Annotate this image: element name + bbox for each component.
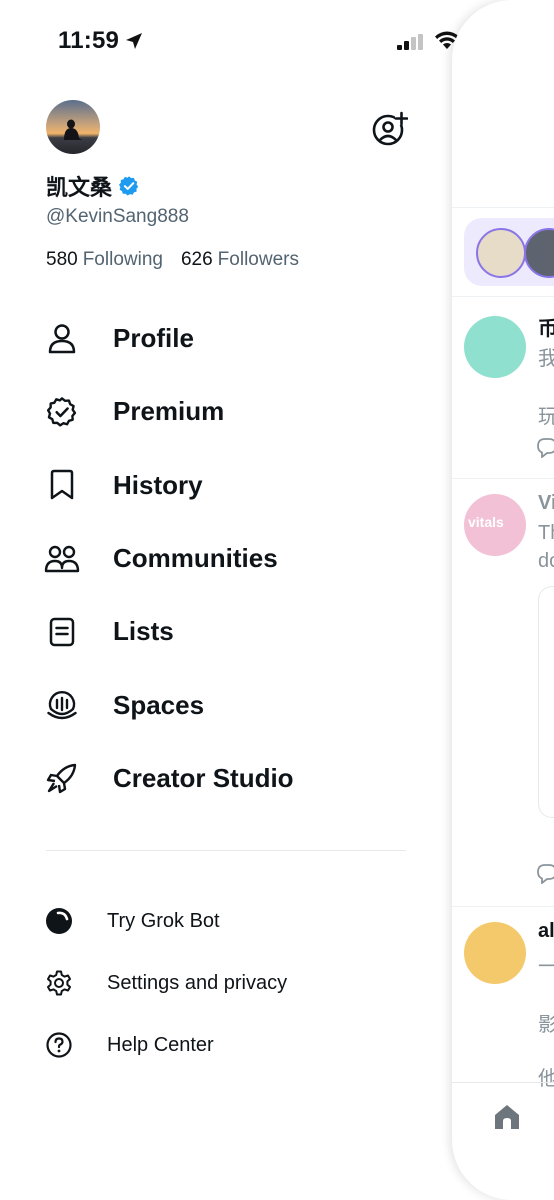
list-icon: [44, 614, 80, 650]
menu-item-communities[interactable]: Communities: [44, 522, 414, 595]
post-author: Vi: [538, 492, 554, 514]
drawer-menu: Profile Premium History Communities List…: [44, 302, 414, 815]
grok-icon: [44, 906, 74, 936]
reply-icon[interactable]: [536, 436, 554, 458]
rocket-icon: [44, 760, 80, 796]
post-text: do: [538, 550, 554, 572]
following-label: Following: [82, 249, 163, 270]
menu-item-creator-studio[interactable]: Creator Studio: [44, 742, 414, 815]
home-icon[interactable]: [492, 1102, 522, 1132]
post-text: 玩: [538, 406, 554, 428]
menu-item-spaces[interactable]: Spaces: [44, 668, 414, 741]
people-icon: [44, 541, 80, 577]
home-feed-peek[interactable]: 币 我 玩 vitals Vi Th do al 一 影 他: [452, 0, 554, 1200]
name-row: 凯文桑: [46, 170, 140, 202]
followers-label: Followers: [217, 249, 299, 270]
person-icon: [44, 321, 80, 357]
menu-item-history[interactable]: History: [44, 449, 414, 522]
menu-item-label: Premium: [113, 396, 225, 427]
post-text: 我: [538, 348, 554, 370]
menu-item-lists[interactable]: Lists: [44, 595, 414, 668]
post-avatar[interactable]: [464, 922, 526, 984]
verified-badge-icon: [44, 394, 80, 430]
menu-item-label: History: [113, 469, 203, 500]
feed-divider: [452, 296, 554, 297]
post-avatar[interactable]: [464, 316, 526, 378]
following-link[interactable]: 580 Following: [46, 249, 163, 271]
reply-icon[interactable]: [536, 862, 554, 884]
avatar[interactable]: [46, 100, 100, 154]
space-host-avatar: [476, 228, 526, 278]
help-icon: [44, 1030, 74, 1060]
display-name[interactable]: 凯文桑: [46, 170, 112, 202]
menu-item-premium[interactable]: Premium: [44, 375, 414, 448]
space-host-avatar: [524, 228, 554, 278]
spaces-icon: [44, 687, 80, 723]
post-avatar[interactable]: vitals: [464, 494, 526, 556]
post-text: 一: [538, 956, 554, 978]
menu-item-help-center[interactable]: Help Center: [44, 1014, 414, 1076]
link-card[interactable]: [538, 586, 554, 818]
post-text: 影: [538, 1014, 554, 1036]
verified-badge-icon: [119, 176, 139, 196]
menu-item-label: Profile: [113, 323, 194, 354]
add-account-icon[interactable]: [370, 110, 408, 148]
following-count: 580: [46, 249, 78, 270]
followers-count: 626: [180, 249, 213, 270]
menu-item-label: Lists: [113, 616, 174, 647]
menu-divider: [46, 850, 406, 851]
post-author: al: [538, 920, 554, 942]
side-drawer-screen: 11:59 35: [0, 0, 554, 1200]
gear-icon: [44, 968, 74, 998]
avatar-text: vitals: [468, 514, 504, 530]
followers-link[interactable]: 626 Followers: [181, 249, 299, 271]
spaces-pill[interactable]: [464, 218, 554, 286]
menu-item-label: Creator Studio: [113, 762, 294, 793]
post-text: 他: [538, 1068, 554, 1090]
location-arrow-icon: [126, 33, 142, 49]
profile-handle[interactable]: @KevinSang888: [46, 206, 189, 228]
menu-item-label: Communities: [113, 543, 278, 574]
menu-item-label: Help Center: [107, 1033, 214, 1056]
menu-item-settings-and-privacy[interactable]: Settings and privacy: [44, 952, 414, 1014]
status-time: 11:59: [58, 27, 120, 54]
post-text: Th: [538, 522, 554, 544]
secondary-menu: Try Grok Bot Settings and privacy Help C…: [44, 890, 414, 1076]
signal-icon: [397, 34, 423, 50]
menu-item-label: Settings and privacy: [107, 971, 288, 994]
feed-divider: [452, 478, 554, 479]
bookmark-icon: [44, 467, 80, 503]
menu-item-profile[interactable]: Profile: [44, 302, 414, 375]
tab-bar-divider: [452, 1082, 554, 1083]
menu-item-label: Spaces: [113, 689, 205, 720]
post-author: 币: [538, 318, 554, 340]
feed-divider: [452, 906, 554, 907]
menu-item-try-grok-bot[interactable]: Try Grok Bot: [44, 890, 414, 952]
feed-divider: [452, 207, 554, 208]
menu-item-label: Try Grok Bot: [107, 909, 220, 932]
follow-stats: 580 Following 626 Followers: [46, 249, 317, 271]
